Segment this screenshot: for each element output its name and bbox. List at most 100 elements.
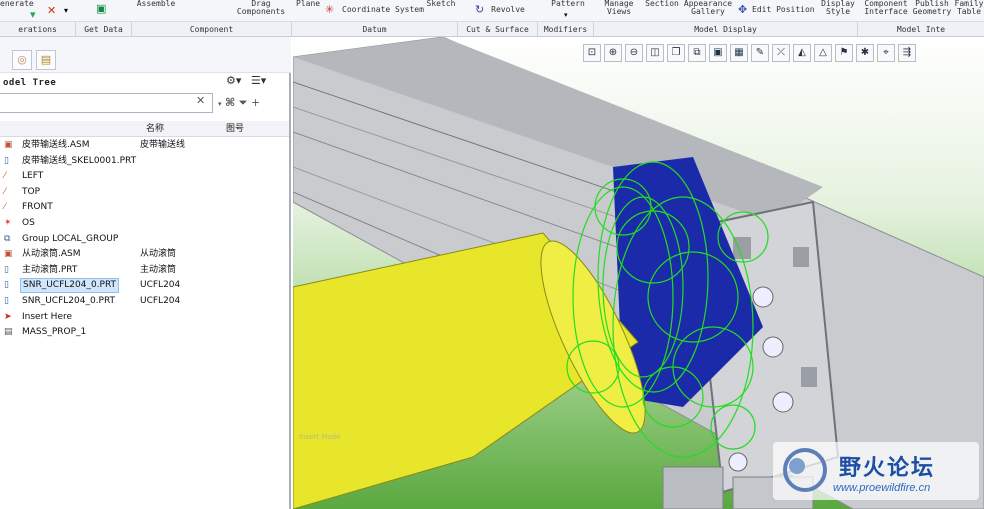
ribbon-plane[interactable]: Plane bbox=[296, 0, 320, 8]
edit-position-icon[interactable]: ✥ bbox=[738, 4, 747, 16]
tree-row[interactable]: ⧉ Group LOCAL_GROUP bbox=[0, 231, 289, 247]
tree-row[interactable]: ⁄ FRONT bbox=[0, 199, 289, 215]
hide-icon[interactable]: ⌖ bbox=[877, 44, 895, 62]
watermark-title: 野火论坛 bbox=[839, 456, 936, 481]
tree-row[interactable]: ⁄ TOP bbox=[0, 184, 289, 200]
insert-here-icon: ➤ bbox=[4, 311, 12, 322]
datum-display-icon[interactable]: ▦ bbox=[730, 44, 748, 62]
ribbon-coordinate-system[interactable]: Coordinate System bbox=[340, 6, 426, 14]
group-cut-surface[interactable]: Cut & Surface bbox=[458, 22, 538, 37]
more-icon[interactable]: ⇶ bbox=[898, 44, 916, 62]
ribbon-manage-views[interactable]: Manage Views bbox=[603, 0, 635, 16]
ribbon-group-row: erations Get Data Component Datum Cut & … bbox=[0, 22, 984, 37]
tree-row[interactable]: ▣ 从动滚筒.ASM 从动滚筒 bbox=[0, 246, 289, 262]
revolve-icon[interactable]: ↻ bbox=[475, 4, 484, 16]
tree-row-name: 从动滚筒.ASM bbox=[22, 249, 81, 260]
tree-row[interactable]: ▣ 皮带输送线.ASM 皮带输送线 bbox=[0, 137, 289, 153]
ribbon-component-interface[interactable]: Component Interface bbox=[862, 0, 910, 16]
ribbon-section[interactable]: Section bbox=[644, 0, 680, 8]
group-operations[interactable]: erations bbox=[0, 22, 76, 37]
tree-row-name: SNR_UCFL204_0.PRT bbox=[22, 296, 116, 306]
perspective-icon[interactable]: ❐ bbox=[667, 44, 685, 62]
dropdown-icon[interactable]: ▾ bbox=[218, 100, 222, 108]
ribbon-edit-position[interactable]: Edit Position bbox=[752, 6, 815, 14]
ribbon-display-style[interactable]: Display Style bbox=[818, 0, 858, 16]
clear-icon[interactable]: ✕ bbox=[196, 94, 205, 107]
display-style-icon[interactable]: ▣ bbox=[709, 44, 727, 62]
tree-row-name: 皮带输送线.ASM bbox=[22, 140, 90, 150]
tree-row-name: SNR_UCFL204_0.PRT bbox=[20, 278, 120, 294]
ribbon-revolve[interactable]: Revolve bbox=[490, 6, 526, 14]
repaint-icon[interactable]: ◫ bbox=[646, 44, 664, 62]
axis-display-icon[interactable]: ◭ bbox=[793, 44, 811, 62]
ribbon-family-table[interactable]: Family Table bbox=[954, 0, 984, 16]
group-get-data[interactable]: Get Data bbox=[76, 22, 132, 37]
search-input[interactable] bbox=[0, 93, 213, 113]
find-binoculars-icon[interactable]: ⌘ bbox=[225, 96, 235, 109]
tree-row[interactable]: ▯ 皮带输送线_SKEL0001.PRT bbox=[0, 153, 289, 169]
tree-row[interactable]: ▯ 主动滚筒.PRT 主动滚筒 bbox=[0, 262, 289, 278]
tree-row-name: Group LOCAL_GROUP bbox=[22, 233, 119, 244]
group-datum[interactable]: Datum bbox=[292, 22, 458, 37]
group-component[interactable]: Component bbox=[132, 22, 292, 37]
ribbon-appearance-gallery[interactable]: Appearance Gallery bbox=[682, 0, 734, 16]
assembly-icon: ▣ bbox=[4, 249, 13, 260]
model-tree-title: odel Tree bbox=[3, 78, 57, 88]
tree-row-name: 主动滚筒.PRT bbox=[22, 264, 78, 275]
tree-row[interactable]: ➤ Insert Here bbox=[0, 309, 289, 325]
ribbon-publish-geometry[interactable]: Publish Geometry bbox=[912, 0, 952, 16]
tree-settings-icon[interactable]: ⚙▾ bbox=[226, 74, 241, 87]
tree-row-col2: 从动滚筒 bbox=[140, 249, 177, 260]
datum-plane-icon: ⁄ bbox=[4, 186, 6, 197]
ribbon-sketch[interactable]: Sketch bbox=[426, 0, 456, 8]
tree-row-name: MASS_PROP_1 bbox=[22, 327, 87, 338]
ribbon-generate[interactable]: enerate bbox=[0, 0, 44, 8]
get-data-icon[interactable]: ▣ bbox=[96, 3, 106, 15]
dropdown-icon[interactable]: ▾ bbox=[64, 5, 68, 17]
part-icon: ▯ bbox=[4, 264, 9, 275]
tree-row[interactable]: ⁄ LEFT bbox=[0, 168, 289, 184]
zoom-in-icon[interactable]: ⊕ bbox=[604, 44, 622, 62]
tree-row-col2: UCFL204 bbox=[140, 296, 181, 306]
tree-row[interactable]: ✶ OS bbox=[0, 215, 289, 231]
tree-columns-icon[interactable]: ☰▾ bbox=[251, 74, 266, 87]
annotation-icon[interactable]: ✎ bbox=[751, 44, 769, 62]
tree-row-name: OS bbox=[22, 218, 35, 228]
analysis-icon: ▤ bbox=[4, 327, 13, 338]
csys-display-icon[interactable]: ⚑ bbox=[835, 44, 853, 62]
tree-row[interactable]: ▤ MASS_PROP_1 bbox=[0, 324, 289, 340]
tree-row-name: TOP bbox=[22, 186, 41, 197]
saved-views-icon[interactable]: ⧉ bbox=[688, 44, 706, 62]
ribbon-assemble[interactable]: Assemble bbox=[136, 0, 176, 8]
add-icon[interactable]: + bbox=[251, 96, 260, 109]
group-model-display[interactable]: Model Display bbox=[594, 22, 858, 37]
plane-display-icon[interactable]: ⤫ bbox=[772, 44, 790, 62]
tree-row-name: 皮带输送线_SKEL0001.PRT bbox=[22, 155, 137, 166]
tree-row-name: Insert Here bbox=[22, 311, 73, 322]
filter-icon[interactable]: ⏷ bbox=[239, 96, 248, 109]
col-name-header[interactable]: 名称 bbox=[146, 121, 164, 137]
layers-icon[interactable]: ◎ bbox=[12, 50, 32, 70]
delete-icon[interactable]: ✕ bbox=[47, 5, 56, 17]
tree-row-col2: UCFL204 bbox=[140, 280, 181, 291]
group-modifiers[interactable]: Modifiers bbox=[538, 22, 594, 37]
tree-row-col2: 皮带输送线 bbox=[140, 140, 186, 150]
sort-icon[interactable]: ▾ bbox=[30, 9, 36, 21]
graphics-viewport[interactable]: ⊡ ⊕ ⊖ ◫ ❐ ⧉ ▣ ▦ ✎ ⤫ ◭ △ ⚑ ✱ ⌖ ⇶ Insert Mode bbox=[293, 37, 984, 509]
panel-toolbar: ◎ ▤ bbox=[0, 37, 291, 73]
pattern-dropdown-icon[interactable]: ▾ bbox=[564, 9, 568, 21]
group-model-interface[interactable]: Model Inte bbox=[858, 22, 984, 37]
folder-icon[interactable]: ▤ bbox=[36, 50, 56, 70]
tree-row[interactable]: ▯ SNR_UCFL204_0.PRT UCFL204 bbox=[0, 277, 289, 294]
spin-center-icon[interactable]: ✱ bbox=[856, 44, 874, 62]
ribbon-drag-components[interactable]: Drag Components bbox=[232, 0, 290, 16]
ribbon-pattern[interactable]: Pattern bbox=[550, 0, 586, 8]
tree-tools: ⚙▾ ☰▾ bbox=[226, 74, 266, 87]
col-drawing-header[interactable]: 图号 bbox=[226, 121, 244, 137]
zoom-out-icon[interactable]: ⊖ bbox=[625, 44, 643, 62]
coordinate-system-icon[interactable]: ✳ bbox=[325, 4, 334, 16]
tree-row[interactable]: ▯ SNR_UCFL204_0.PRT UCFL204 bbox=[0, 293, 289, 309]
model-tree-panel: ◎ ▤ odel Tree ⚙▾ ☰▾ ✕ ▾ ⌘ ⏷ + 名称 图号 ▣ 皮带输… bbox=[0, 37, 291, 509]
point-display-icon[interactable]: △ bbox=[814, 44, 832, 62]
refit-icon[interactable]: ⊡ bbox=[583, 44, 601, 62]
